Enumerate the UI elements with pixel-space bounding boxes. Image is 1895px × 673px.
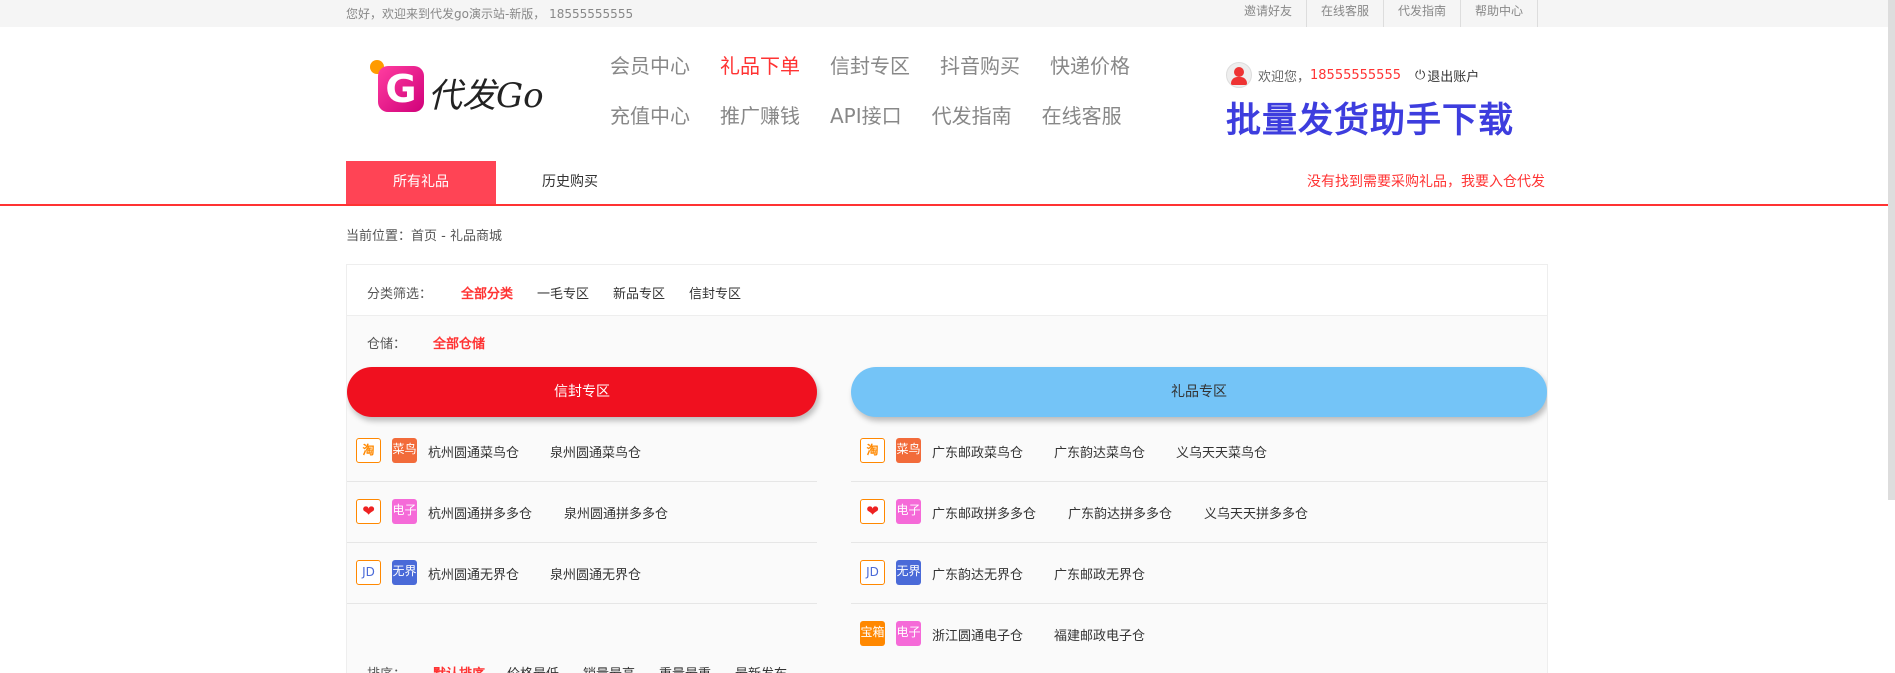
welcome-text: 您好，欢迎来到代发go演示站-新版， 18555555555 bbox=[346, 7, 634, 21]
guide-link[interactable]: 代发指南 bbox=[1383, 0, 1460, 27]
jd-icon: JD bbox=[860, 560, 885, 585]
gift-zone-button[interactable]: 礼品专区 bbox=[851, 367, 1547, 417]
dianzi-icon: 电子 bbox=[896, 499, 921, 524]
tab-all-gifts[interactable]: 所有礼品 bbox=[346, 161, 496, 204]
dianzi-icon: 电子 bbox=[896, 621, 921, 646]
warehouse-row: 电子 广东邮政拼多多仓 广东韵达拼多多仓 义乌天天拼多多仓 bbox=[851, 481, 1547, 543]
pinduoduo-icon bbox=[356, 499, 381, 524]
site-logo[interactable]: G 代发Go bbox=[370, 60, 550, 124]
cainiao-icon: 菜鸟 bbox=[896, 438, 921, 463]
nav-douyin-buy[interactable]: 抖音购买 bbox=[940, 52, 1020, 102]
warehouse-row: 淘 菜鸟 广东邮政菜鸟仓 广东韵达菜鸟仓 义乌天天菜鸟仓 bbox=[851, 420, 1547, 482]
warehouse-option[interactable]: 义乌天天菜鸟仓 bbox=[1176, 442, 1267, 461]
warehouse-option[interactable]: 福建邮政电子仓 bbox=[1054, 625, 1145, 644]
logout-link[interactable]: 退出账户 bbox=[1427, 66, 1479, 85]
dianzi-icon: 电子 bbox=[392, 499, 417, 524]
scrollbar[interactable] bbox=[1888, 0, 1895, 500]
top-bar: 您好，欢迎来到代发go演示站-新版， 18555555555 邀请好友 在线客服… bbox=[0, 0, 1895, 27]
warehouse-option[interactable]: 义乌天天拼多多仓 bbox=[1204, 503, 1308, 522]
category-label: 分类筛选： bbox=[367, 287, 433, 302]
user-greeting: 欢迎您， bbox=[1258, 69, 1311, 85]
wujie-icon: 无界 bbox=[392, 560, 417, 585]
warehouse-row: JD 无界 广东韵达无界仓 广东邮政无界仓 bbox=[851, 542, 1547, 604]
storage-label: 仓储： bbox=[367, 337, 407, 352]
nav-member-center[interactable]: 会员中心 bbox=[610, 52, 690, 102]
nav-online-service[interactable]: 在线客服 bbox=[1042, 102, 1122, 152]
warehouse-option[interactable]: 浙江圆通电子仓 bbox=[932, 625, 1023, 644]
pinduoduo-icon bbox=[860, 499, 885, 524]
breadcrumb: 当前位置：首页 - 礼品商城 bbox=[346, 229, 502, 244]
warehouse-row: 淘 菜鸟 杭州圆通菜鸟仓 泉州圆通菜鸟仓 bbox=[347, 420, 817, 482]
warehouse-row: 电子 杭州圆通拼多多仓 泉州圆通拼多多仓 bbox=[347, 481, 817, 543]
warehouse-option[interactable]: 杭州圆通无界仓 bbox=[428, 564, 519, 583]
download-assistant-link[interactable]: 批量发货助手下载 bbox=[1226, 92, 1514, 143]
warehouse-option[interactable]: 广东邮政无界仓 bbox=[1054, 564, 1145, 583]
ecommerce-icon: 宝箱 bbox=[860, 621, 885, 646]
help-center-link[interactable]: 帮助中心 bbox=[1460, 0, 1537, 27]
invite-friends-link[interactable]: 邀请好友 bbox=[1230, 0, 1306, 27]
taobao-icon: 淘 bbox=[860, 438, 885, 463]
nav-promote-earn[interactable]: 推广赚钱 bbox=[720, 102, 800, 152]
logo-text: 代发Go bbox=[428, 76, 544, 116]
envelope-zone-button[interactable]: 信封专区 bbox=[347, 367, 817, 417]
category-new[interactable]: 新品专区 bbox=[613, 283, 665, 302]
wujie-icon: 无界 bbox=[896, 560, 921, 585]
nav-api[interactable]: API接口 bbox=[830, 102, 902, 152]
power-icon: ⏻ bbox=[1415, 67, 1426, 83]
tab-bar: 所有礼品 历史购买 没有找到需要采购礼品，我要入仓代发 bbox=[0, 161, 1895, 206]
category-one-mao[interactable]: 一毛专区 bbox=[537, 283, 589, 302]
request-warehouse-link[interactable]: 没有找到需要采购礼品，我要入仓代发 bbox=[1307, 161, 1545, 204]
warehouse-row: 宝箱 电子 浙江圆通电子仓 福建邮政电子仓 bbox=[851, 603, 1547, 664]
category-all[interactable]: 全部分类 bbox=[461, 283, 513, 302]
nav-recharge-center[interactable]: 充值中心 bbox=[610, 102, 690, 152]
warehouse-option[interactable]: 广东韵达无界仓 bbox=[932, 564, 1023, 583]
nav-guide[interactable]: 代发指南 bbox=[932, 102, 1012, 152]
avatar bbox=[1226, 62, 1252, 88]
gift-panel: 分类筛选： 全部分类 一毛专区 新品专区 信封专区 仓储： 全部仓储 信封专区 … bbox=[346, 264, 1548, 673]
top-links: 邀请好友 在线客服 代发指南 帮助中心 bbox=[1230, 0, 1539, 27]
warehouse-option[interactable]: 杭州圆通拼多多仓 bbox=[428, 503, 532, 522]
category-filter: 分类筛选： 全部分类 一毛专区 新品专区 信封专区 bbox=[347, 265, 1547, 316]
warehouse-option[interactable]: 广东邮政拼多多仓 bbox=[932, 503, 1036, 522]
user-phone[interactable]: 18555555555 bbox=[1310, 68, 1401, 83]
divider bbox=[1537, 0, 1539, 27]
warehouse-option[interactable]: 杭州圆通菜鸟仓 bbox=[428, 442, 519, 461]
warehouse-option[interactable]: 广东韵达拼多多仓 bbox=[1068, 503, 1172, 522]
warehouse-option[interactable]: 泉州圆通拼多多仓 bbox=[564, 503, 668, 522]
warehouse-option[interactable]: 泉州圆通无界仓 bbox=[550, 564, 641, 583]
nav-express-price[interactable]: 快递价格 bbox=[1050, 52, 1130, 102]
logo-g-icon: G bbox=[378, 66, 424, 112]
main-nav: 会员中心 礼品下单 信封专区 抖音购买 快递价格 充值中心 推广赚钱 API接口… bbox=[610, 52, 1210, 152]
user-info: 欢迎您， 18555555555 ⏻ 退出账户 bbox=[1226, 62, 1479, 88]
category-envelope[interactable]: 信封专区 bbox=[689, 283, 741, 302]
taobao-icon: 淘 bbox=[356, 438, 381, 463]
online-service-link[interactable]: 在线客服 bbox=[1306, 0, 1383, 27]
nav-envelope-zone[interactable]: 信封专区 bbox=[830, 52, 910, 102]
jd-icon: JD bbox=[356, 560, 381, 585]
storage-all[interactable]: 全部仓储 bbox=[433, 333, 485, 352]
warehouse-option[interactable]: 广东邮政菜鸟仓 bbox=[932, 442, 1023, 461]
tab-history[interactable]: 历史购买 bbox=[510, 161, 630, 204]
warehouse-option[interactable]: 泉州圆通菜鸟仓 bbox=[550, 442, 641, 461]
cainiao-icon: 菜鸟 bbox=[392, 438, 417, 463]
warehouse-option[interactable]: 广东韵达菜鸟仓 bbox=[1054, 442, 1145, 461]
warehouse-row: JD 无界 杭州圆通无界仓 泉州圆通无界仓 bbox=[347, 542, 817, 604]
nav-gift-order[interactable]: 礼品下单 bbox=[720, 52, 800, 102]
